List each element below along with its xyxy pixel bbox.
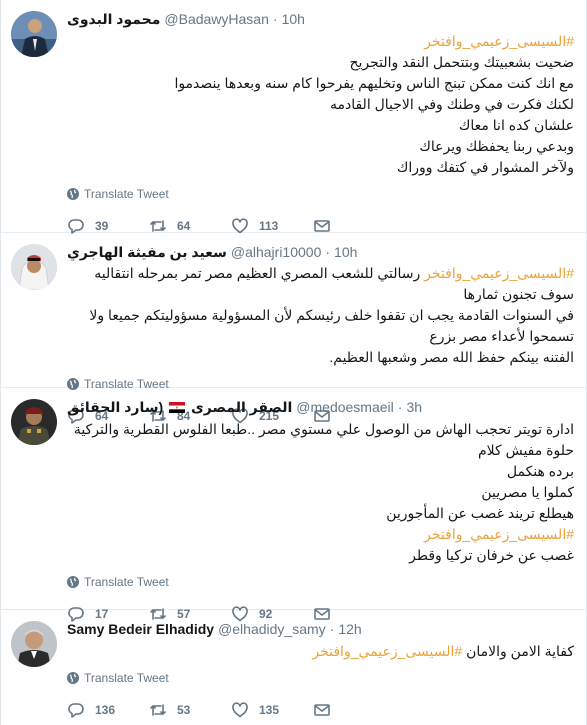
like-button[interactable]: 135 <box>231 701 313 719</box>
reply-count: 39 <box>95 219 109 233</box>
author-name[interactable]: الصقر المصرى (سارد الحقائق <box>67 398 292 416</box>
egypt-flag-icon <box>169 402 186 413</box>
timestamp[interactable]: 3h <box>406 398 422 416</box>
tweet-text: ادارة تويتر تحجب الهاش من الوصول علي مست… <box>67 419 574 566</box>
tweet-line: ضحيت بشعبيتك وبتتحمل النقد والتجريح <box>349 54 574 70</box>
author-name-suffix: (سارد الحقائق <box>67 399 164 415</box>
globe-icon <box>67 576 79 588</box>
tweet[interactable]: الصقر المصرى (سارد الحقائق @medoesmaeil … <box>1 388 586 622</box>
hashtag-link[interactable]: #السيسى_زعيمي_وافتخر <box>67 31 574 52</box>
author-name[interactable]: محمود البدوى <box>67 10 160 28</box>
reply-icon <box>68 703 84 718</box>
translate-tweet-link[interactable]: Translate Tweet <box>67 671 574 685</box>
author-name[interactable]: سعيد بن مفيثة الهاجري <box>67 243 227 261</box>
avatar-image <box>11 399 57 445</box>
tweet-header: الصقر المصرى (سارد الحقائق @medoesmaeil … <box>67 398 574 416</box>
heart-icon <box>232 702 248 718</box>
tweet[interactable]: Samy Bedeir Elhadidy @elhadidy_samy · 12… <box>1 610 586 725</box>
tweet-line: #السيسى_زعيمي_وافتخر رسالتي للشعب المصري… <box>67 263 574 305</box>
retweet-button[interactable]: 53 <box>149 701 231 719</box>
globe-icon <box>67 188 79 200</box>
envelope-icon <box>314 704 330 716</box>
tweet-header: Samy Bedeir Elhadidy @elhadidy_samy · 12… <box>67 620 574 638</box>
separator-dot: · <box>329 621 335 637</box>
like-count: 135 <box>259 703 280 717</box>
avatar[interactable] <box>11 621 57 667</box>
tweet-line: ولآخر المشوار في كتفك ووراك <box>396 159 574 175</box>
avatar[interactable] <box>11 11 57 57</box>
translate-tweet-link[interactable]: Translate Tweet <box>67 575 574 589</box>
author-handle[interactable]: @medoesmaeil <box>296 398 393 416</box>
tweet-actions: 136 53 135 <box>67 699 574 721</box>
tweet-line: هيطلع تريند غصب عن المأجورين <box>386 505 574 521</box>
author-handle[interactable]: @alhajri10000 <box>231 243 322 261</box>
tweet-header: محمود البدوى @BadawyHasan · 10h <box>67 10 574 28</box>
direct-message-button[interactable] <box>313 701 395 719</box>
retweet-count: 53 <box>177 703 191 717</box>
retweet-icon <box>150 704 166 716</box>
tweet-line: في السنوات القادمة يجب ان تقفوا خلف رئيس… <box>89 307 574 344</box>
tweet-text: #السيسى_زعيمي_وافتخر ضحيت بشعبيتك وبتتحم… <box>67 31 574 178</box>
timestamp[interactable]: 10h <box>334 243 357 261</box>
avatar-image <box>11 244 57 290</box>
hashtag-link[interactable]: #السيسى_زعيمي_وافتخر <box>67 524 574 545</box>
avatar[interactable] <box>11 399 57 445</box>
tweet-line-text: كفاية الامن والامان <box>466 643 574 659</box>
reply-count: 136 <box>95 703 116 717</box>
translate-label: Translate Tweet <box>84 187 169 201</box>
timestamp[interactable]: 12h <box>338 620 361 638</box>
tweet-line: مع انك كنت ممكن تبنج الناس وتخليهم يفرحو… <box>174 75 574 91</box>
globe-icon <box>67 672 79 684</box>
tweet-line: وبدعي ربنا يحفظك ويرعاك <box>419 138 574 154</box>
avatar-image <box>11 621 57 667</box>
separator-dot: · <box>272 11 278 27</box>
tweet-line: علشان كده انا معاك <box>458 117 574 133</box>
author-name[interactable]: Samy Bedeir Elhadidy <box>67 620 214 638</box>
translate-label: Translate Tweet <box>84 575 169 589</box>
tweet-line: الفتنه بينكم حفظ الله مصر وشعبها العظيم. <box>329 349 574 365</box>
author-handle[interactable]: @elhadidy_samy <box>218 620 326 638</box>
tweet-text: كفاية الامن والامان #السيسى_زعيمي_وافتخر <box>67 641 574 662</box>
tweet-line: كملوا يا مصريين <box>481 484 574 500</box>
avatar[interactable] <box>11 244 57 290</box>
tweet-line: برده هنكمل <box>506 463 574 479</box>
reply-button[interactable]: 136 <box>67 701 149 719</box>
tweet-line: غصب عن خرفان تركيا وقطر <box>409 547 574 563</box>
tweet[interactable]: سعيد بن مفيثة الهاجري @alhajri10000 · 10… <box>1 233 586 424</box>
separator-dot: · <box>397 399 403 415</box>
hashtag-link[interactable]: #السيسى_زعيمي_وافتخر <box>312 643 462 659</box>
separator-dot: · <box>325 244 331 260</box>
timeline: محمود البدوى @BadawyHasan · 10h #السيسى_… <box>0 0 587 725</box>
author-handle[interactable]: @BadawyHasan <box>164 10 269 28</box>
translate-tweet-link[interactable]: Translate Tweet <box>67 187 574 201</box>
tweet-line: ادارة تويتر تحجب الهاش من الوصول علي مست… <box>73 421 574 458</box>
like-count: 113 <box>259 219 279 233</box>
tweet-line: كفاية الامن والامان #السيسى_زعيمي_وافتخر <box>67 641 574 662</box>
timestamp[interactable]: 10h <box>282 10 305 28</box>
tweet-line: لكنك فكرت في وطنك وفي الاجيال القادمه <box>329 96 574 112</box>
tweet[interactable]: محمود البدوى @BadawyHasan · 10h #السيسى_… <box>1 0 586 234</box>
hashtag-link[interactable]: #السيسى_زعيمي_وافتخر <box>424 265 574 281</box>
tweet-text: #السيسى_زعيمي_وافتخر رسالتي للشعب المصري… <box>67 263 574 368</box>
avatar-image <box>11 11 57 57</box>
retweet-count: 64 <box>177 219 191 233</box>
tweet-header: سعيد بن مفيثة الهاجري @alhajri10000 · 10… <box>67 243 574 261</box>
author-name-text: الصقر المصرى <box>190 399 293 415</box>
translate-label: Translate Tweet <box>84 671 169 685</box>
